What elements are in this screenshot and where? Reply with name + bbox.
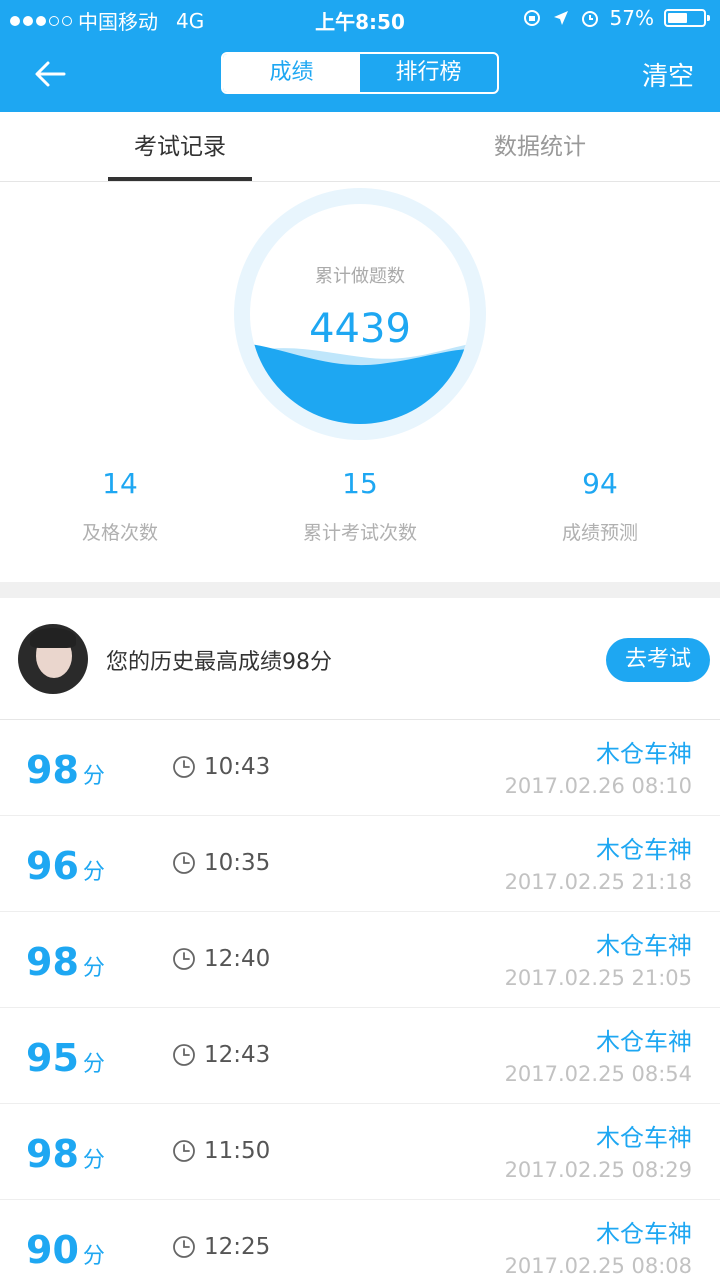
record-user-name: 木仓车神	[596, 1124, 692, 1152]
score-value: 98	[26, 1132, 79, 1176]
location-arrow-icon	[553, 11, 568, 25]
battery-icon	[664, 9, 710, 27]
back-arrow-icon[interactable]	[30, 52, 74, 96]
segment-leaderboard[interactable]: 排行榜	[360, 54, 497, 92]
segment-scores[interactable]: 成绩	[223, 54, 360, 92]
stat-columns: 14 及格次数 15 累计考试次数 94 成绩预测	[0, 464, 720, 545]
record-score: 96 分	[26, 844, 105, 888]
record-row[interactable]: 90 分 12:25 木仓车神 2017.02.25 08:08	[0, 1200, 720, 1280]
score-value: 98	[26, 748, 79, 792]
duration-value: 10:43	[204, 754, 271, 780]
record-date: 2017.02.26 08:10	[504, 774, 692, 798]
score-unit: 分	[82, 1052, 105, 1077]
stat-pass-count: 14 及格次数	[0, 464, 240, 545]
segmented-control: 成绩 排行榜	[221, 52, 499, 94]
record-score: 98 分	[26, 940, 105, 984]
stat-label: 成绩预测	[561, 522, 638, 544]
orientation-lock-icon	[523, 10, 540, 26]
duration-value: 11:50	[204, 1138, 271, 1164]
record-user-name: 木仓车神	[596, 740, 692, 768]
record-duration: 11:50	[172, 1138, 270, 1164]
score-value: 96	[26, 844, 79, 888]
summary-panel: 累计做题数 4439 14 及格次数 15 累计考试次数 94 成绩预测	[0, 182, 720, 582]
best-score-text: 您的历史最高成绩98分	[106, 650, 332, 675]
score-value: 90	[26, 1228, 79, 1272]
clock-icon	[173, 756, 195, 778]
clock-icon	[173, 1044, 195, 1066]
record-date: 2017.02.25 08:08	[504, 1254, 692, 1278]
battery-fill	[668, 13, 688, 23]
battery-percent: 57%	[609, 6, 654, 30]
record-row[interactable]: 98 分 11:50 木仓车神 2017.02.25 08:29	[0, 1104, 720, 1200]
avatar	[18, 624, 88, 694]
record-row[interactable]: 98 分 10:43 木仓车神 2017.02.26 08:10	[0, 720, 720, 816]
tab-bar: 考试记录 数据统计	[0, 112, 720, 182]
nav-bar: 成绩 排行榜 清空	[0, 36, 720, 112]
tab-statistics[interactable]: 数据统计	[360, 112, 720, 181]
score-unit: 分	[82, 956, 105, 981]
take-exam-button[interactable]: 去考试	[606, 638, 710, 682]
record-date: 2017.02.25 21:18	[504, 870, 692, 894]
record-duration: 12:43	[172, 1042, 270, 1068]
record-user-name: 木仓车神	[596, 1028, 692, 1056]
record-row[interactable]: 96 分 10:35 木仓车神 2017.02.25 21:18	[0, 816, 720, 912]
exam-record-list: 98 分 10:43 木仓车神 2017.02.26 08:10 96 分 10:35 木仓车神…	[0, 720, 720, 1280]
score-value: 95	[26, 1036, 79, 1080]
record-date: 2017.02.25 08:29	[504, 1158, 692, 1182]
score-unit: 分	[82, 860, 105, 885]
record-duration: 12:40	[172, 946, 270, 972]
record-row[interactable]: 98 分 12:40 木仓车神 2017.02.25 21:05	[0, 912, 720, 1008]
stat-value: 14	[102, 467, 138, 500]
clear-button[interactable]: 清空	[642, 56, 694, 93]
clock-icon	[173, 948, 195, 970]
record-duration: 12:25	[172, 1234, 270, 1260]
stat-label: 累计考试次数	[302, 522, 417, 544]
score-unit: 分	[82, 1148, 105, 1173]
record-date: 2017.02.25 08:54	[504, 1062, 692, 1086]
stat-value: 15	[342, 467, 378, 500]
record-date: 2017.02.25 21:05	[504, 966, 692, 990]
score-unit: 分	[82, 764, 105, 789]
duration-value: 10:35	[204, 850, 271, 876]
clock-icon	[173, 852, 195, 874]
record-user-name: 木仓车神	[596, 1220, 692, 1248]
section-divider	[0, 582, 720, 598]
stat-score-prediction: 94 成绩预测	[480, 464, 720, 545]
record-duration: 10:35	[172, 850, 270, 876]
record-score: 98 分	[26, 748, 105, 792]
status-right: 57%	[522, 6, 710, 30]
score-value: 98	[26, 940, 79, 984]
duration-value: 12:43	[204, 1042, 271, 1068]
stat-value: 94	[582, 467, 618, 500]
stat-label: 及格次数	[81, 522, 158, 544]
ring-inner: 累计做题数 4439	[250, 204, 470, 424]
record-score: 90 分	[26, 1228, 105, 1272]
clock-icon	[173, 1140, 195, 1162]
total-label: 累计做题数	[315, 266, 405, 287]
record-user-name: 木仓车神	[596, 932, 692, 960]
record-user-name: 木仓车神	[596, 836, 692, 864]
status-bar: 中国移动 4G 上午8:50 57%	[0, 0, 720, 36]
record-score: 98 分	[26, 1132, 105, 1176]
alarm-icon	[581, 11, 598, 27]
tab-exam-records[interactable]: 考试记录	[0, 112, 360, 181]
best-score-row: 您的历史最高成绩98分 去考试	[0, 598, 720, 720]
stat-exam-count: 15 累计考试次数	[240, 464, 480, 545]
duration-value: 12:40	[204, 946, 271, 972]
record-score: 95 分	[26, 1036, 105, 1080]
total-value: 4439	[309, 306, 411, 352]
record-duration: 10:43	[172, 754, 270, 780]
score-unit: 分	[82, 1244, 105, 1269]
record-row[interactable]: 95 分 12:43 木仓车神 2017.02.25 08:54	[0, 1008, 720, 1104]
clock-icon	[173, 1236, 195, 1258]
duration-value: 12:25	[204, 1234, 271, 1260]
total-ring: 累计做题数 4439	[234, 188, 486, 440]
